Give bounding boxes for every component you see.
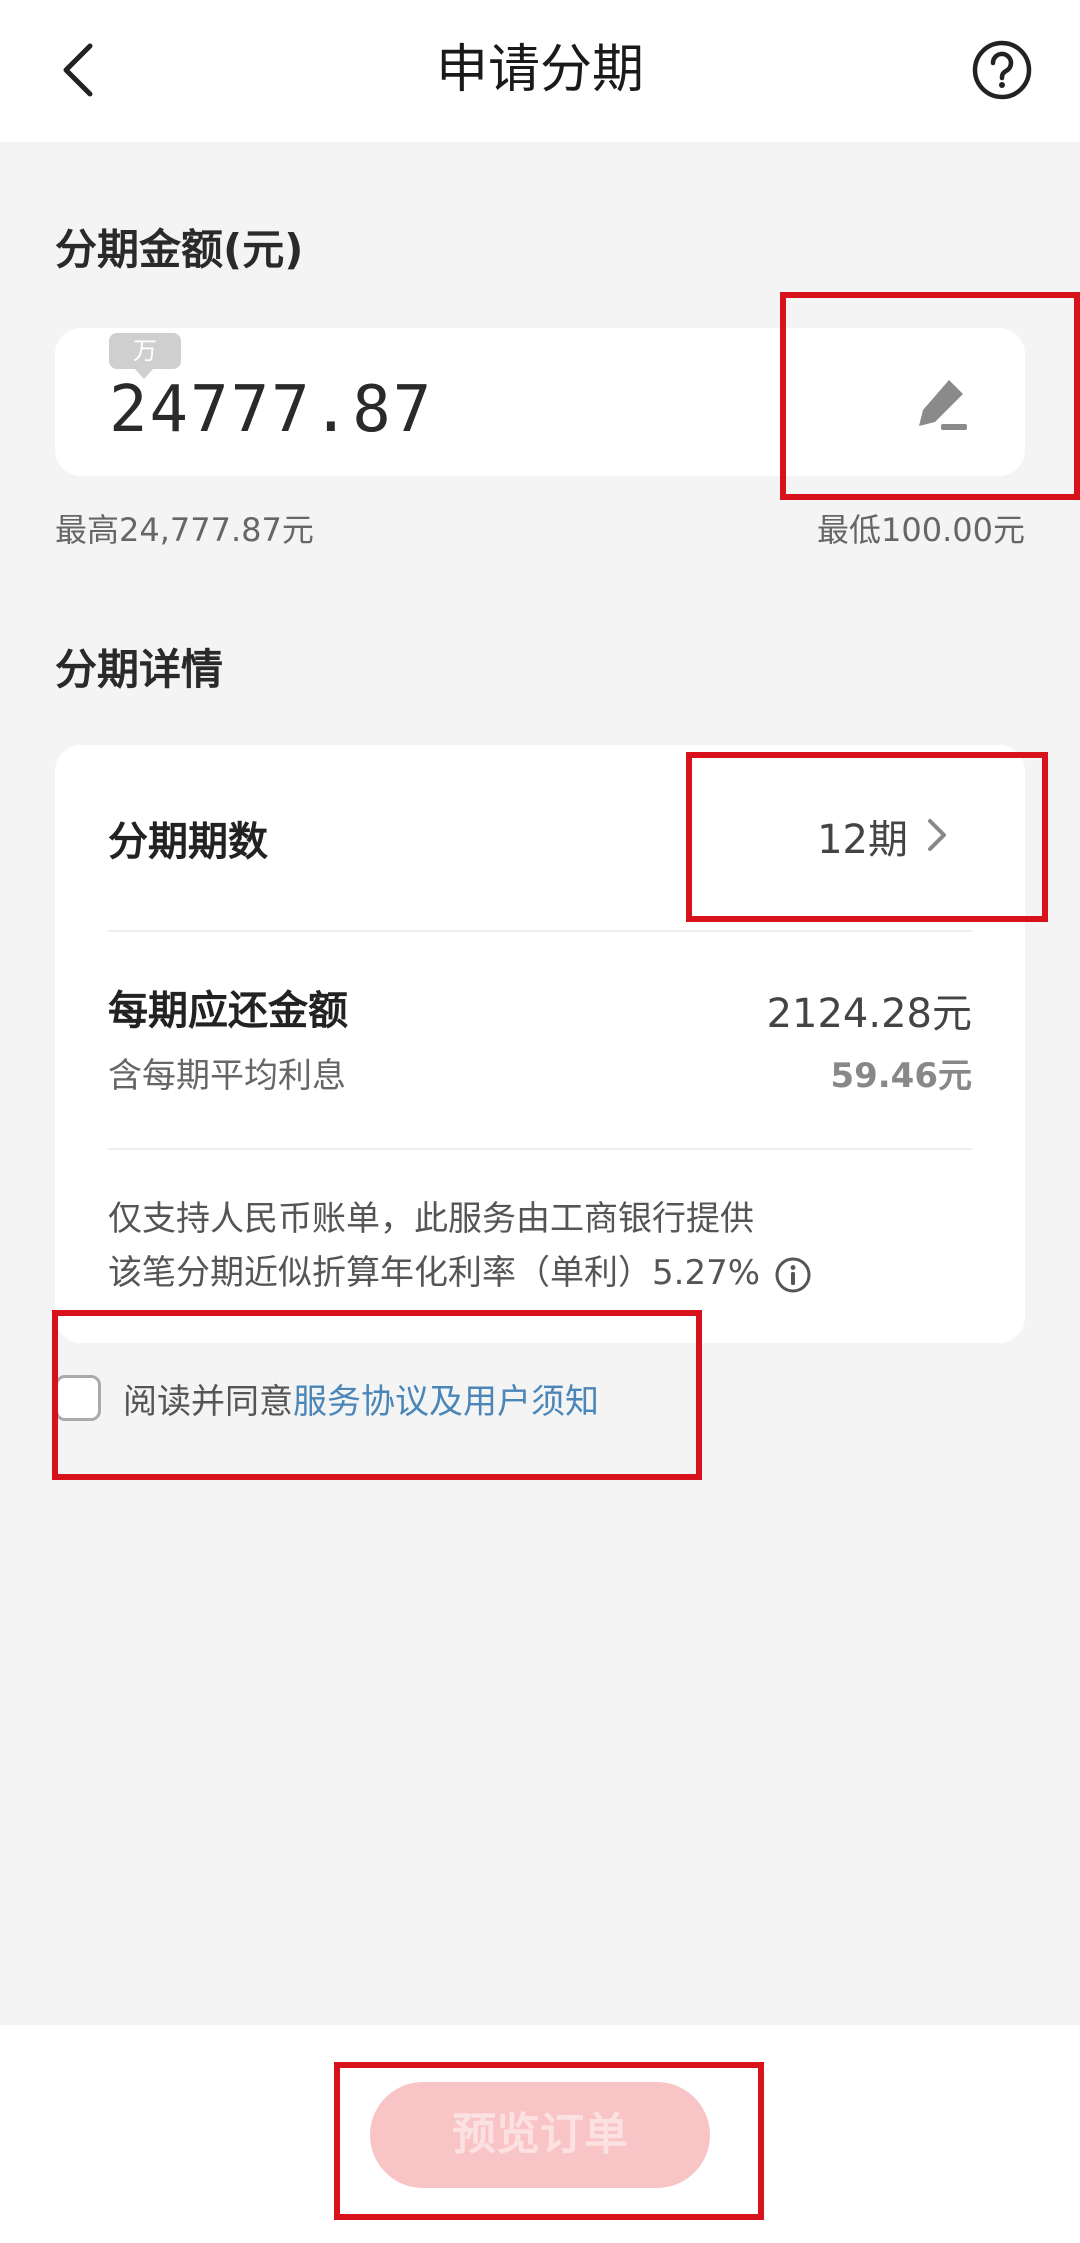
info-circle-icon[interactable] (774, 1256, 812, 1294)
help-button[interactable] (962, 30, 1042, 110)
divider (108, 1148, 972, 1150)
amount-section-title: 分期金额(元) (55, 225, 304, 274)
interest-value: 59.46元 (830, 1056, 972, 1096)
per-period-label: 每期应还金额 (108, 988, 348, 1034)
term-value[interactable]: 12期 (817, 807, 908, 865)
unit-badge: 万 (109, 333, 181, 379)
question-circle-icon (972, 40, 1032, 100)
amount-input-card[interactable]: 万 24777.87 (55, 328, 1025, 476)
rate-note-text: 该笔分期近似折算年化利率（单利）5.27% (108, 1253, 761, 1293)
page-title: 申请分期 (435, 40, 644, 100)
bottom-bar: 预览订单 (0, 2025, 1080, 2243)
pencil-icon (919, 380, 967, 430)
max-amount-text: 最高24,777.87元 (55, 511, 314, 549)
agreement-text: 阅读并同意 (123, 1381, 293, 1422)
amount-value[interactable]: 24777.87 (109, 373, 433, 447)
chevron-right-icon (928, 819, 946, 851)
header-bar: 申请分期 (0, 0, 1080, 142)
min-amount-text: 最低100.00元 (817, 511, 1025, 549)
installment-term-row[interactable]: 分期期数 12期 (55, 745, 1025, 930)
agreement-row: 阅读并同意 服务协议及用户须知 (55, 1368, 599, 1428)
interest-label: 含每期平均利息 (108, 1056, 346, 1096)
details-section-title: 分期详情 (55, 645, 224, 694)
term-label: 分期期数 (108, 819, 268, 865)
per-period-value: 2124.28元 (766, 991, 972, 1037)
rate-note: 该笔分期近似折算年化利率（单利）5.27% (108, 1245, 812, 1294)
service-note: 仅支持人民币账单，此服务由工商银行提供 (108, 1199, 754, 1239)
agreement-link[interactable]: 服务协议及用户须知 (293, 1374, 599, 1423)
preview-order-button[interactable]: 预览订单 (370, 2082, 710, 2188)
installment-details-card: 分期期数 12期 每期应还金额 2124.28元 含每期平均利息 59.46元 … (55, 745, 1025, 1343)
edit-amount-button[interactable] (911, 372, 975, 436)
agreement-checkbox[interactable] (55, 1375, 101, 1421)
divider (108, 930, 972, 932)
